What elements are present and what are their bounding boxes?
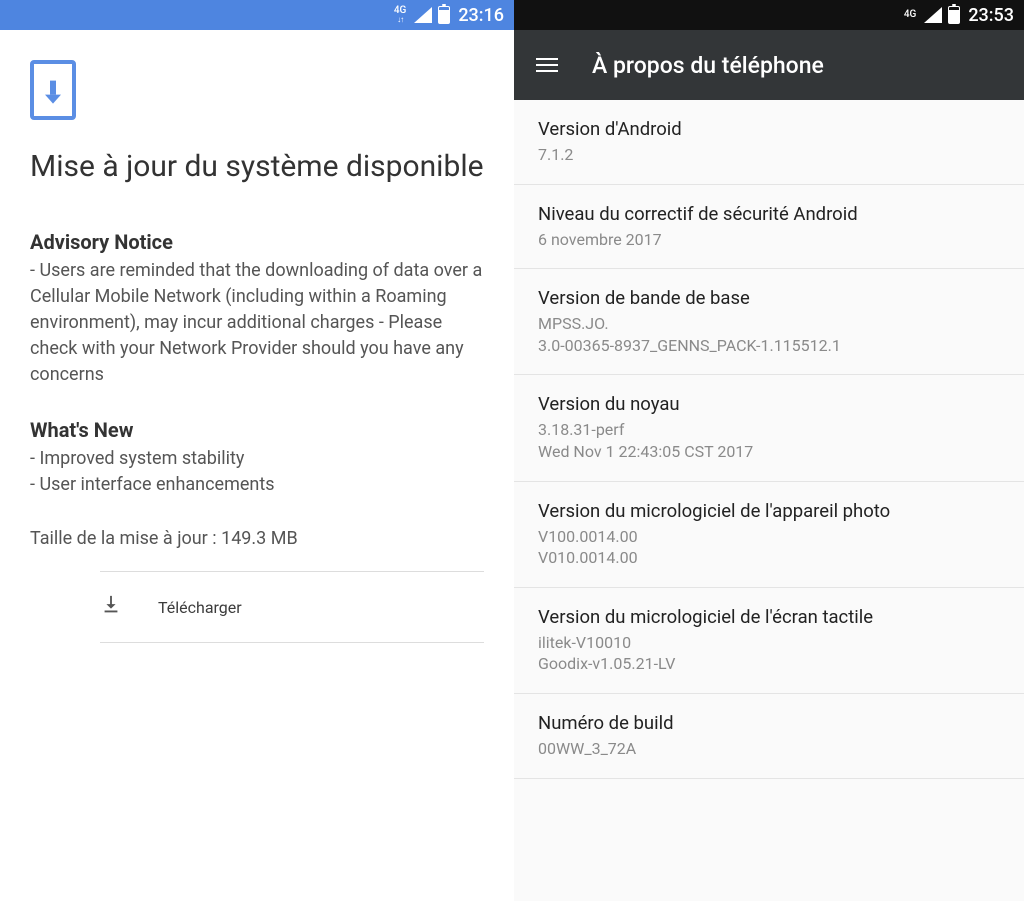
download-icon	[100, 594, 122, 620]
list-item-value: MPSS.JO. 3.0-00365-8937_GENNS_PACK-1.115…	[538, 313, 1000, 356]
list-item-title: Version du micrologiciel de l'appareil p…	[538, 500, 1000, 522]
list-item[interactable]: Version de bande de base MPSS.JO. 3.0-003…	[514, 269, 1024, 375]
list-item-value: 7.1.2	[538, 144, 1000, 166]
whats-new-heading: What's New	[30, 418, 484, 442]
appbar-title: À propos du téléphone	[592, 52, 824, 79]
list-item[interactable]: Version du micrologiciel de l'appareil p…	[514, 482, 1024, 588]
app-bar: À propos du téléphone	[514, 30, 1024, 100]
download-update-icon	[30, 60, 76, 120]
list-item-value: V100.0014.00 V010.0014.00	[538, 526, 1000, 569]
list-item[interactable]: Version d'Android 7.1.2	[514, 100, 1024, 185]
list-item[interactable]: Version du micrologiciel de l'écran tact…	[514, 588, 1024, 694]
page-title: Mise à jour du système disponible	[30, 148, 484, 186]
advisory-body: - Users are reminded that the downloadin…	[30, 258, 484, 388]
update-size: Taille de la mise à jour : 149.3 MB	[30, 528, 484, 549]
list-item-title: Version de bande de base	[538, 287, 1000, 309]
list-item-title: Version d'Android	[538, 118, 1000, 140]
advisory-heading: Advisory Notice	[30, 230, 484, 254]
whats-new-body: - Improved system stability - User inter…	[30, 446, 484, 498]
list-item-value: 6 novembre 2017	[538, 229, 1000, 251]
list-item[interactable]: Numéro de build 00WW_3_72A	[514, 694, 1024, 779]
list-item-value: 3.18.31-perf Wed Nov 1 22:43:05 CST 2017	[538, 419, 1000, 462]
download-label: Télécharger	[158, 598, 242, 617]
list-item-title: Version du micrologiciel de l'écran tact…	[538, 606, 1000, 628]
battery-icon	[948, 6, 960, 24]
clock: 23:53	[968, 5, 1014, 26]
screen-about-phone: 4G 23:53 À propos du téléphone Version d…	[514, 0, 1024, 901]
status-bar: 4G↓↑ 23:16	[0, 0, 514, 30]
list-item-title: Niveau du correctif de sécurité Android	[538, 203, 1000, 225]
status-bar: 4G 23:53	[514, 0, 1024, 30]
battery-icon	[438, 6, 450, 24]
list-item-value: 00WW_3_72A	[538, 738, 1000, 760]
clock: 23:16	[458, 5, 504, 26]
network-indicator: 4G↓↑	[394, 6, 409, 24]
about-list[interactable]: Version d'Android 7.1.2 Niveau du correcti…	[514, 100, 1024, 779]
menu-icon[interactable]	[536, 54, 558, 76]
list-item[interactable]: Niveau du correctif de sécurité Android 6…	[514, 185, 1024, 270]
network-indicator: 4G	[904, 10, 919, 20]
signal-icon	[414, 7, 432, 23]
list-item-value: ilitek-V10010 Goodix-v1.05.21-LV	[538, 632, 1000, 675]
list-item[interactable]: Version du noyau 3.18.31-perf Wed Nov 1 2…	[514, 375, 1024, 481]
screen-system-update: 4G↓↑ 23:16 Mise à jour du système dispon…	[0, 0, 514, 901]
list-item-title: Version du noyau	[538, 393, 1000, 415]
list-item-title: Numéro de build	[538, 712, 1000, 734]
signal-icon	[924, 7, 942, 23]
download-button[interactable]: Télécharger	[100, 571, 484, 643]
